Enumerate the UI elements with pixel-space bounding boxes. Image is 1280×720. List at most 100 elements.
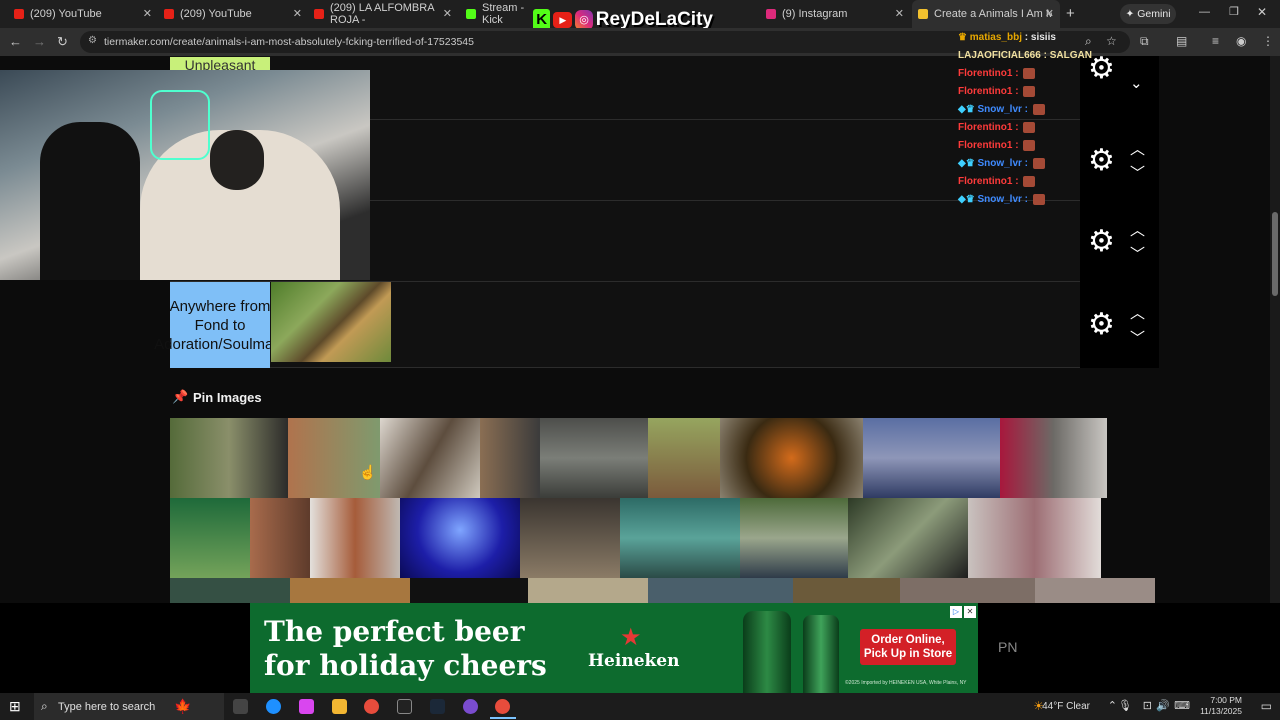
copilot-icon[interactable] (299, 699, 314, 714)
pin-image[interactable] (740, 498, 848, 578)
restore-icon[interactable]: ❐ (1229, 5, 1239, 18)
clock[interactable]: 7:00 PM 11/13/2025 (1200, 695, 1242, 717)
tier-item-image-python[interactable] (271, 282, 391, 362)
pin-image[interactable] (250, 498, 310, 578)
media-icon[interactable]: ≡ (1212, 34, 1219, 48)
chevron-down-icon[interactable]: ﹀ (1130, 162, 1145, 183)
tab-youtube-2[interactable]: (209) YouTube ✕ (158, 0, 308, 28)
close-window-icon[interactable]: ✕ (1257, 5, 1267, 19)
tab-instagram[interactable]: (9) Instagram ✕ (760, 0, 910, 28)
extensions-icon[interactable]: ⧉ (1140, 34, 1149, 49)
pin-image[interactable] (290, 578, 410, 603)
chrome-active-icon[interactable] (495, 699, 510, 714)
gear-icon[interactable]: ⚙ (1088, 146, 1115, 176)
back-icon[interactable]: ← (9, 34, 22, 49)
tier-label-anywhere[interactable]: Anywhere from Fond to Adoration/Soulmate (154, 282, 286, 368)
beer-bottle (743, 611, 791, 693)
pin-image[interactable] (720, 418, 863, 498)
tab-youtube-1[interactable]: (209) YouTube ✕ (8, 0, 158, 28)
pin-image[interactable] (848, 498, 968, 578)
pin-image[interactable] (170, 498, 250, 578)
windows-start-icon[interactable]: ⊞ (9, 698, 21, 715)
gear-icon[interactable]: ⚙ (1088, 227, 1115, 257)
pin-image[interactable] (620, 498, 740, 578)
chevron-up-icon[interactable]: ︿ (1130, 302, 1145, 323)
weather-text[interactable]: 44°F Clear (1042, 701, 1090, 712)
pin-image[interactable] (863, 418, 1000, 498)
pin-image[interactable] (1000, 418, 1107, 498)
notification-icon[interactable]: ▭ (1261, 699, 1272, 713)
forward-icon[interactable]: → (33, 34, 46, 49)
sidepanel-icon[interactable]: ▤ (1176, 34, 1187, 48)
pin-image[interactable] (480, 418, 540, 498)
chevron-down-icon[interactable]: ﹀ (1130, 327, 1145, 348)
close-icon[interactable]: ✕ (1045, 7, 1054, 20)
chrome-icon[interactable] (364, 699, 379, 714)
minimize-icon[interactable]: — (1199, 6, 1210, 18)
pin-image[interactable] (968, 498, 1101, 578)
pin-image[interactable] (528, 578, 648, 603)
bookmark-star-icon[interactable]: ☆ (1106, 34, 1117, 48)
chevron-down-icon[interactable]: ﹀ (1130, 243, 1145, 264)
chevron-down-icon[interactable]: ⌄ (1130, 74, 1143, 92)
close-icon[interactable]: ✕ (443, 7, 452, 20)
pin-image[interactable] (170, 418, 288, 498)
new-tab-icon[interactable]: + (1066, 5, 1075, 22)
webcam-overlay (0, 70, 370, 280)
gear-icon[interactable]: ⚙ (1088, 310, 1115, 340)
pin-image[interactable] (520, 498, 620, 578)
network-icon[interactable]: ⊡ (1143, 699, 1152, 712)
keyboard-icon[interactable]: ⌨ (1174, 699, 1190, 712)
heineken-ad[interactable]: The perfect beer for holiday cheers ★ He… (250, 603, 978, 693)
pin-image[interactable] (288, 418, 380, 498)
file-explorer-icon[interactable] (332, 699, 347, 714)
page-scrollbar[interactable] (1270, 56, 1280, 693)
tab-label: Stream - Kick (482, 2, 525, 26)
youtube-icon (164, 9, 174, 19)
steam-icon[interactable] (430, 699, 445, 714)
tray-overflow-icon[interactable]: ⌃ (1108, 699, 1117, 712)
task-view-icon[interactable] (233, 699, 248, 714)
menu-icon[interactable]: ⋮ (1262, 34, 1274, 48)
tab-kick[interactable]: Stream - Kick (460, 0, 540, 28)
chevron-up-icon[interactable]: ︿ (1130, 219, 1145, 240)
reload-icon[interactable]: ↻ (57, 34, 68, 50)
chat-username: Snow_lvr (977, 194, 1022, 206)
pin-image[interactable] (540, 418, 648, 498)
adchoices-icon[interactable]: ▷ (950, 606, 962, 618)
tab-tiermaker[interactable]: Create a Animals I Am Most ✕ (912, 0, 1060, 28)
app-icon[interactable] (397, 699, 412, 714)
pin-image[interactable] (310, 498, 400, 578)
close-icon[interactable]: ✕ (143, 7, 152, 20)
profile-icon[interactable]: ◉ (1236, 34, 1246, 48)
ad-headline: The perfect beer for holiday cheers (264, 615, 547, 683)
pin-image[interactable] (410, 578, 528, 603)
chat-username: Snow_lvr (977, 158, 1022, 170)
pin-image[interactable] (900, 578, 1035, 603)
obs-icon[interactable] (463, 699, 478, 714)
gemini-button[interactable]: ✦ Gemini (1120, 4, 1176, 24)
site-info-icon[interactable]: ⚙ (88, 35, 97, 46)
microphone-icon[interactable]: 🎙 (1118, 699, 1132, 712)
pin-image[interactable] (648, 578, 793, 603)
scrollbar-thumb[interactable] (1272, 212, 1278, 296)
tab-youtube-3[interactable]: (209) LA ALFOMBRA ROJA - ✕ (308, 0, 458, 28)
zoom-icon[interactable]: ⌕ (1085, 34, 1092, 49)
gear-icon[interactable]: ⚙ (1088, 56, 1115, 84)
ad-close-icon[interactable]: ✕ (964, 606, 976, 618)
close-icon[interactable]: ✕ (293, 7, 302, 20)
speaker-icon[interactable]: 🔊 (1156, 699, 1170, 712)
pin-image[interactable] (380, 418, 480, 498)
pin-image[interactable] (400, 498, 520, 578)
pin-image[interactable] (648, 418, 720, 498)
pin-image[interactable] (170, 578, 290, 603)
hand-cursor-icon: ☝ (359, 464, 377, 480)
taskbar-search[interactable]: ⌕ Type here to search 🍁 (34, 693, 224, 720)
close-icon[interactable]: ✕ (895, 7, 904, 20)
edge-icon[interactable] (266, 699, 281, 714)
chevron-up-icon[interactable]: ︿ (1130, 138, 1145, 159)
order-online-button[interactable]: Order Online, Pick Up in Store (860, 629, 956, 665)
pin-image[interactable] (793, 578, 900, 603)
windows-taskbar: ⊞ ⌕ Type here to search 🍁 ☀ 44°F Clear ⌃… (0, 693, 1280, 720)
pin-image[interactable] (1035, 578, 1155, 603)
